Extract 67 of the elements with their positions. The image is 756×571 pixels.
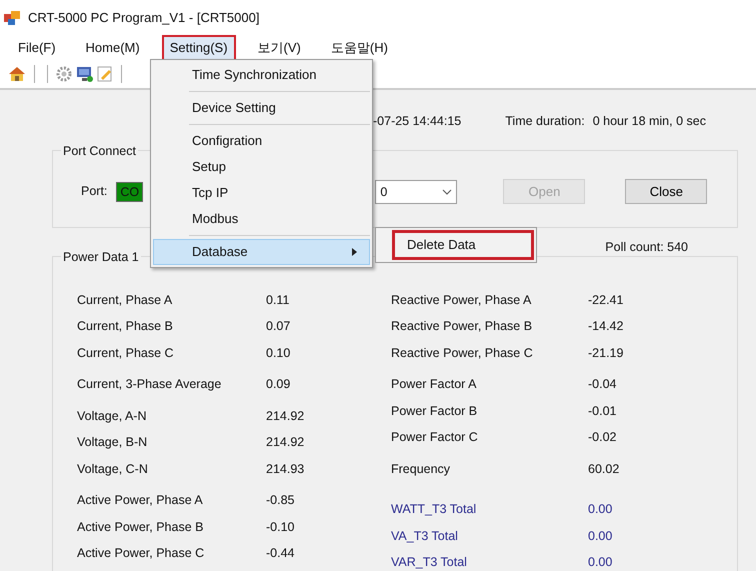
field-label: Reactive Power, Phase A: [391, 292, 532, 309]
field-value: -0.44: [266, 545, 296, 562]
port-dropdown[interactable]: CO: [116, 182, 144, 202]
menu-option[interactable]: Time Synchronization: [153, 62, 370, 88]
menu-option[interactable]: Configration: [153, 128, 370, 154]
field-label: VAR_T3 Total: [391, 554, 468, 571]
field-value: -0.02: [588, 429, 618, 446]
field-label: Voltage, B-N: [77, 434, 148, 452]
field-value: -0.10: [266, 518, 296, 536]
duration-value: 0 hour 18 min, 0 sec: [592, 112, 706, 130]
field-value: -14.42: [588, 318, 624, 336]
field-value: 0.00: [588, 528, 614, 545]
field-value: -22.41: [588, 292, 624, 309]
field-label: Current, 3-Phase Average: [77, 376, 222, 394]
home-icon[interactable]: [8, 66, 26, 82]
duration-label: Time duration:: [505, 112, 585, 130]
field-label: Power Factor A: [391, 376, 478, 394]
field-value: 60.02: [588, 460, 620, 478]
field-value: -0.01: [588, 402, 618, 420]
menu-option[interactable]: Database: [153, 239, 370, 265]
field-label: VA_T3 Total: [391, 528, 459, 545]
field-label: Active Power, Phase C: [77, 545, 206, 562]
field-value: 214.92: [266, 408, 306, 425]
field-value: 214.92: [266, 434, 306, 452]
menu-option[interactable]: Tcp IP: [153, 180, 370, 206]
poll-count: Poll count: 540: [605, 239, 688, 256]
connection-button[interactable]: Close: [625, 179, 708, 204]
field-label: Power Factor B: [391, 402, 478, 420]
field-label: Current, Phase C: [77, 344, 175, 362]
field-value: 0.10: [266, 344, 292, 362]
field-label: Voltage, C-N: [77, 460, 149, 478]
window-title: CRT-5000 PC Program_V1 - [CRT5000]: [28, 9, 260, 28]
app-icon: [4, 11, 20, 25]
field-value: 0.09: [266, 376, 292, 394]
gear-icon[interactable]: [56, 66, 72, 82]
menu-item[interactable]: 도움말(H): [322, 35, 396, 61]
field-label: Reactive Power, Phase C: [391, 344, 534, 362]
chevron-down-icon: [442, 188, 452, 194]
field-value: 0.11: [266, 292, 290, 309]
field-label: Voltage, A-N: [77, 408, 148, 425]
field-value: -21.19: [588, 344, 624, 362]
field-label: Frequency: [391, 460, 452, 478]
field-label: Reactive Power, Phase B: [391, 318, 534, 336]
field-label: Current, Phase A: [77, 292, 174, 309]
field-label: Current, Phase B: [77, 318, 174, 336]
menu-option[interactable]: Device Setting: [153, 95, 370, 121]
menu-item[interactable]: 보기(V): [250, 35, 309, 61]
field-value: 0.07: [266, 318, 292, 336]
field-value: -0.85: [266, 492, 296, 510]
menu-item[interactable]: Home(M): [78, 35, 148, 61]
date-time-text: -07-25 14:44:15: [373, 112, 462, 130]
menu-option[interactable]: Setup: [153, 154, 370, 180]
field-value: 0.00: [588, 501, 614, 518]
menu-item[interactable]: File(F): [10, 35, 64, 61]
field-value: -0.04: [588, 376, 618, 394]
port-label: Port:: [81, 183, 108, 200]
menu-item[interactable]: Setting(S): [162, 35, 236, 61]
field-label: WATT_T3 Total: [391, 501, 478, 518]
menu-option[interactable]: Modbus: [153, 206, 370, 232]
field-label: Power Factor C: [391, 429, 479, 446]
menu-option[interactable]: Delete Data: [392, 230, 534, 260]
field-value: 0.00: [588, 554, 614, 571]
field-label: Active Power, Phase A: [77, 492, 204, 510]
field-value: 214.93: [266, 460, 306, 478]
baud-dropdown[interactable]: 0: [375, 180, 458, 204]
monitor-icon[interactable]: [76, 66, 93, 82]
field-label: Active Power, Phase B: [77, 518, 204, 536]
